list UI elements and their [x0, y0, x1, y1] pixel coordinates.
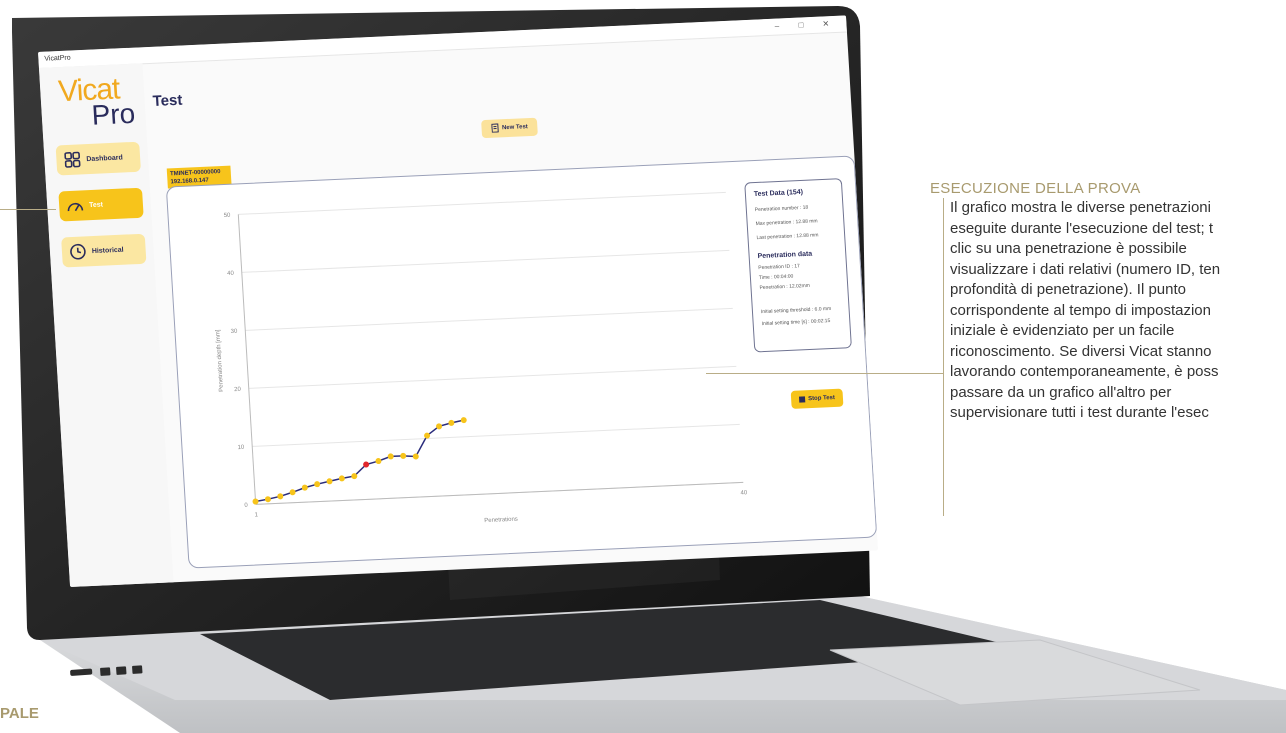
y-axis [237, 214, 257, 505]
stop-icon [799, 396, 806, 403]
annotation-title: ESECUZIONE DELLA PROVA [930, 180, 1141, 197]
data-point [387, 453, 394, 460]
annotation-line: lavorando contemporaneamente, è poss [950, 363, 1219, 380]
data-point [400, 452, 407, 459]
gauge-icon [65, 195, 86, 216]
series-line [255, 419, 464, 503]
leader-line-left [0, 209, 56, 210]
data-point [301, 484, 308, 491]
gridline [241, 249, 730, 273]
leader-line-right [706, 373, 943, 374]
history-clock-icon [67, 241, 88, 262]
annotation-line: iniziale è evidenziato per un facile [950, 322, 1175, 339]
initial-setting-time: Initial setting time [s] : 00:02:15 [761, 317, 831, 328]
annotation-line: visualizzare i dati relativi (numero ID,… [950, 260, 1221, 278]
annotation-line: clic su una penetrazione è possibile [950, 240, 1187, 257]
new-test-button[interactable]: New Test [481, 117, 538, 139]
gridline [248, 365, 737, 389]
y-tick-label: 0 [244, 503, 248, 509]
sidebar-item-historical[interactable]: Historical [61, 233, 147, 268]
max-penetration: Max penetration : 12.88 mm [755, 218, 818, 228]
annotation-line: passare da un grafico all'altro per [950, 383, 1172, 401]
stop-test-button[interactable]: Stop Test [790, 388, 844, 409]
data-point [252, 498, 259, 505]
y-tick-label: 50 [224, 213, 232, 219]
page-title: Test [152, 91, 183, 110]
data-point [375, 458, 382, 465]
gridline [245, 307, 733, 331]
last-penetration: Last penetration : 12.88 mm [756, 232, 819, 242]
data-point [326, 478, 333, 485]
x-tick-label: 40 [740, 490, 748, 496]
close-icon[interactable]: ✕ [822, 19, 829, 28]
penetration-value: Penetration : 12.02mm [759, 282, 811, 292]
annotation-line: profondità di penetrazione). Il punto [950, 281, 1186, 298]
laptop-mockup: VicatPro – □ ✕ Vicat Pro Dashboard Test [0, 0, 1286, 733]
penetration-time: Time : 00:04:00 [758, 273, 794, 282]
data-point [460, 417, 467, 424]
annotation-line: corrispondente al tempo di impostazion [950, 301, 1211, 319]
y-tick-label: 40 [227, 271, 235, 277]
y-tick-label: 30 [231, 329, 239, 335]
minimize-icon[interactable]: – [774, 21, 779, 30]
x-tick-label: 1 [255, 512, 259, 518]
penetration-data-title: Penetration data [757, 250, 813, 261]
data-point [289, 489, 296, 496]
sidebar-item-dashboard[interactable]: Dashboard [55, 141, 141, 176]
sidebar-item-test[interactable]: Test [58, 187, 144, 222]
app-screen: VicatPro – □ ✕ Vicat Pro Dashboard Test [38, 15, 879, 587]
data-point [264, 496, 271, 503]
x-axis [255, 481, 744, 505]
sidebar-item-label: Historical [91, 246, 124, 255]
test-data-panel: Test Data (154) Penetration number : 18 … [744, 178, 852, 353]
gridline [252, 423, 740, 447]
vicatpro-logo: Vicat Pro [57, 72, 136, 131]
annotation-line: riconoscimento. Se diversi Vicat stanno [950, 342, 1212, 360]
data-point [314, 481, 321, 488]
maximize-icon[interactable]: □ [798, 20, 803, 29]
data-point [338, 475, 345, 482]
window-title: VicatPro [44, 54, 71, 63]
dashboard-grid-icon [62, 149, 83, 170]
annotation-line: eseguite durante l'esecuzione del test; … [950, 219, 1214, 237]
new-document-icon [490, 122, 500, 134]
y-tick-label: 10 [237, 445, 245, 451]
annotation-line: supervisionare tutti i test durante l'es… [950, 404, 1209, 421]
data-point [277, 493, 284, 500]
section-label-pale: PALE [0, 705, 39, 722]
penetration-chart[interactable]: 0 10 20 30 40 50 1 40 Penetrations Penetration de… [188, 183, 766, 548]
data-point [412, 453, 419, 460]
penetration-id: Penetration ID : 17 [758, 263, 801, 272]
sidebar-item-label: Test [88, 200, 104, 209]
data-point [448, 419, 455, 426]
y-axis-label: Penetration depth [mm] [215, 329, 225, 392]
y-tick-label: 20 [234, 387, 242, 393]
annotation-line: Il grafico mostra le diverse penetrazion… [950, 199, 1211, 216]
x-axis-label: Penetrations [484, 517, 518, 525]
annotation-body: Il grafico mostra le diverse penetrazion… [943, 198, 1286, 516]
test-data-title: Test Data (154) [753, 188, 804, 199]
initial-threshold: Initial setting threshold : 6.0 mm [760, 305, 832, 316]
gridline [238, 191, 726, 215]
sidebar-item-label: Dashboard [86, 153, 123, 163]
penetration-number: Penetration number : 18 [754, 204, 809, 214]
